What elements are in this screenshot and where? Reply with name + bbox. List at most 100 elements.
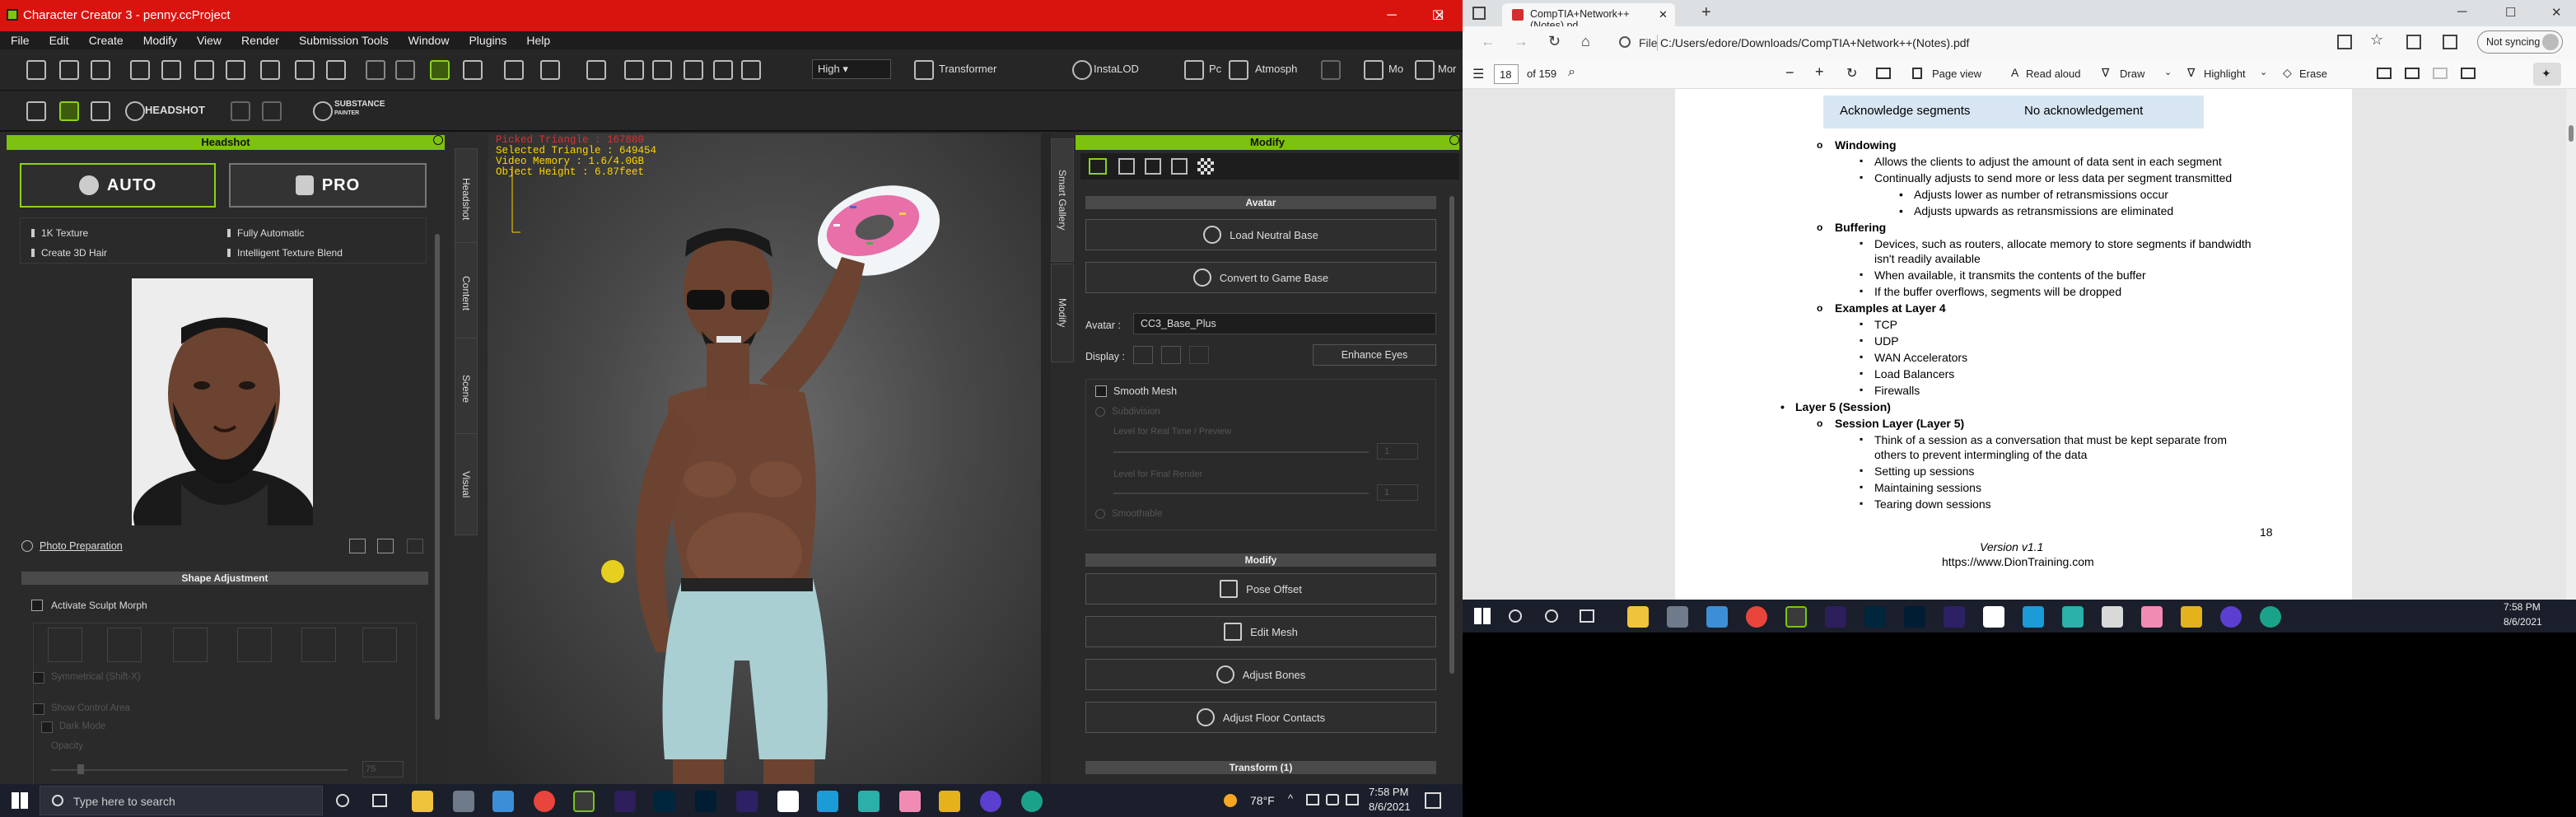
pdf-scrollbar[interactable] [2566,89,2576,600]
headshot-close-icon[interactable] [433,135,443,145]
menu-window[interactable]: Window [398,31,459,49]
auto-mode-button[interactable]: AUTO [20,163,216,208]
export-icon[interactable] [161,60,181,80]
clock-time[interactable]: 7:58 PM [1369,786,1408,798]
y-icon-2[interactable] [2102,606,2123,628]
menu-edit[interactable]: Edit [39,31,78,49]
convert-to-game-base-button[interactable]: Convert to Game Base [1085,262,1436,293]
cortana-icon[interactable] [336,794,349,807]
weather-icon[interactable] [1224,794,1237,807]
more-tools-icon[interactable] [2461,68,2476,79]
rotate-icon[interactable]: ↻ [1846,65,1857,82]
ae-icon-2[interactable] [1825,606,1846,628]
edge-maximize-icon[interactable]: ☐ [2505,5,2516,20]
substance-icon[interactable] [313,101,333,121]
tab-close-icon[interactable]: ✕ [1659,8,1668,21]
select-arrow-icon[interactable] [430,60,450,80]
sculpt-tool-4-icon[interactable] [237,628,272,662]
import-icon[interactable] [130,60,150,80]
tab-smart-gallery[interactable]: Smart Gallery [1051,138,1074,262]
grid-icon[interactable] [684,60,703,80]
m-icon-2[interactable] [2062,606,2084,628]
file-explorer-icon-2[interactable] [1627,606,1649,628]
tab-content[interactable]: Content [455,242,478,344]
task-view-icon[interactable] [372,794,387,807]
new-tab-icon[interactable]: + [1701,3,1711,22]
page-view-icon[interactable] [1912,68,1922,79]
chrome-icon[interactable] [534,791,555,812]
draw-chevron-icon[interactable]: ⌄ [2164,67,2172,77]
option-1k-texture[interactable]: 1K Texture [31,227,88,239]
pr-icon-2[interactable] [1944,606,1965,628]
clock-time-2[interactable]: 7:58 PM [2504,601,2541,613]
enhance-eyes-button[interactable]: Enhance Eyes [1313,344,1436,366]
network-icon[interactable] [1326,794,1339,805]
option-fully-automatic[interactable]: Fully Automatic [227,227,304,239]
body-icon[interactable] [91,101,110,121]
symmetrical-checkbox[interactable] [33,672,44,684]
save-icon[interactable] [2405,68,2420,79]
move-icon[interactable] [463,60,483,80]
adjust-floor-contacts-button[interactable]: Adjust Floor Contacts [1085,702,1436,733]
level-final-slider[interactable] [1113,493,1369,494]
show-control-checkbox[interactable] [33,703,44,715]
modify-scale-icon[interactable] [1171,158,1188,175]
option-create-3d-hair[interactable]: Create 3D Hair [31,247,107,259]
photo-preparation-link[interactable]: Photo Preparation [40,540,123,552]
quality-select[interactable]: High ▾ [812,59,891,79]
character-model[interactable] [488,133,1041,784]
load-neutral-base-button[interactable]: Load Neutral Base [1085,219,1436,250]
menu-view[interactable]: View [186,31,231,49]
opacity-slider-thumb[interactable] [77,764,84,774]
close-icon[interactable]: ✕ [1416,0,1463,31]
option-texture-blend[interactable]: Intelligent Texture Blend [227,247,343,259]
menu-create[interactable]: Create [78,31,133,49]
new-project-icon[interactable] [26,60,46,80]
menu-help[interactable]: Help [516,31,559,49]
after-effects-icon[interactable] [614,791,636,812]
sculpt-tool-5-icon[interactable] [301,628,336,662]
tray-app-icon[interactable] [1306,794,1319,805]
notifications-icon[interactable] [1425,792,1441,809]
activate-sculpt-checkbox[interactable] [31,600,43,611]
app-icon-mm[interactable] [939,791,960,812]
atmosphere-icon[interactable] [1229,60,1248,80]
zoom-in-icon[interactable]: + [1815,63,1824,81]
3d-viewport[interactable]: Picked Triangle : 167880 Selected Triang… [488,133,1041,784]
display-eye-icon[interactable] [1133,346,1153,364]
mask-icon[interactable] [231,101,250,121]
tab-modify[interactable]: Modify [1051,264,1074,362]
pose-offset-button[interactable]: Pose Offset [1085,573,1436,605]
volume-icon[interactable] [1346,794,1359,805]
scale-icon[interactable] [540,60,560,80]
app-icon-2b[interactable] [1667,606,1688,628]
open-project-icon[interactable] [59,60,79,80]
o-icon-2[interactable] [2220,606,2242,628]
pick-icon[interactable] [326,60,346,80]
headshot-scrollbar[interactable] [435,234,440,720]
modify-section-header[interactable]: Modify [1085,553,1436,567]
screenshot-icon[interactable] [226,60,245,80]
level-final-value[interactable]: 1 [1377,484,1418,501]
draw-icon[interactable]: ∇ [2102,66,2109,80]
extensions-icon[interactable] [2443,35,2457,49]
minimize-icon[interactable]: ─ [1369,0,1415,31]
photo-clear-icon[interactable] [407,539,423,553]
shape-adjustment-header[interactable]: Shape Adjustment [21,572,428,585]
adjust-bones-button[interactable]: Adjust Bones [1085,659,1436,690]
app-icon-s[interactable] [817,791,838,812]
cloud-icon[interactable] [1321,60,1341,80]
menu-plugins[interactable]: Plugins [458,31,516,49]
avatar-name-field[interactable]: CC3_Base_Plus [1133,313,1436,334]
face-icon[interactable] [262,101,282,121]
edge-taskbar-icon[interactable] [1021,791,1043,812]
mor-icon[interactable] [1415,60,1435,80]
modify-sliders-icon[interactable] [1089,158,1107,175]
opacity-value[interactable]: 75 [362,761,404,777]
windows-start-icon-2[interactable] [1474,608,1491,624]
highlight-chevron-icon[interactable]: ⌄ [2260,67,2267,77]
app-icon-t[interactable] [777,791,799,812]
ps-icon-2[interactable] [1904,606,1925,628]
smoothable-radio[interactable] [1095,509,1105,519]
app-icon-o[interactable] [980,791,1001,812]
